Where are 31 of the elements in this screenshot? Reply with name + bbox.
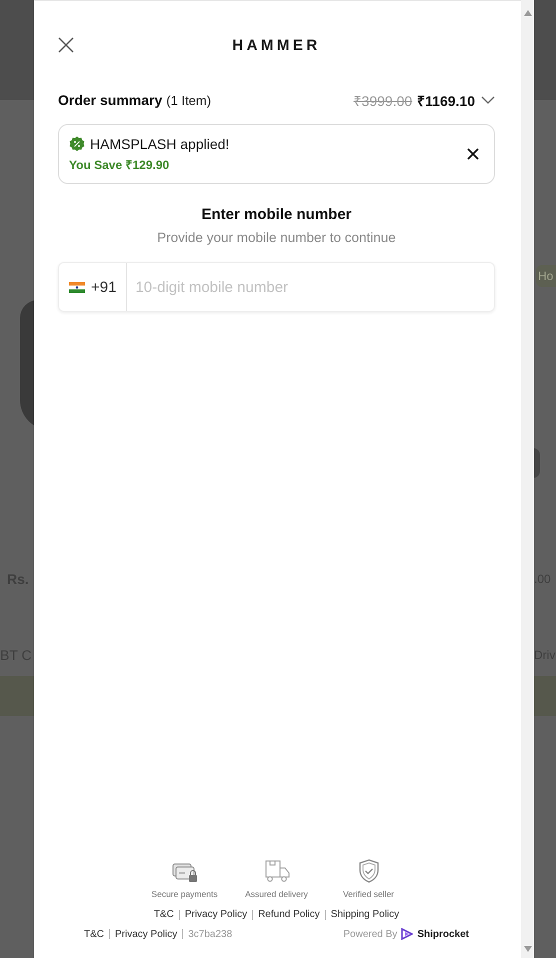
original-price: ₹3999.00 bbox=[354, 92, 412, 110]
trust-label: Secure payments bbox=[151, 889, 218, 899]
phone-field[interactable]: +91 10-digit mobile number bbox=[58, 262, 495, 312]
coupon-title: HAMSPLASH applied! bbox=[90, 136, 230, 152]
trust-label: Assured delivery bbox=[245, 889, 308, 899]
policy-link[interactable]: Shipping Policy bbox=[330, 909, 400, 920]
close-button[interactable] bbox=[58, 37, 74, 53]
discount-badge-icon bbox=[69, 136, 85, 152]
savings-text: You Save ₹129.90 bbox=[69, 156, 170, 172]
login-title: Enter mobile number bbox=[200, 206, 353, 223]
policy-link[interactable]: Privacy Policy bbox=[184, 909, 248, 920]
trust-label: Verified seller bbox=[342, 889, 394, 899]
build-id: 3c7ba238 bbox=[188, 928, 232, 940]
policy-link[interactable]: T&C bbox=[84, 928, 104, 940]
total-price: ₹1169.10 bbox=[417, 92, 475, 110]
background-badge: Ho bbox=[536, 265, 556, 287]
policy-link[interactable]: T&C bbox=[154, 909, 174, 920]
remove-coupon-button[interactable] bbox=[466, 147, 480, 161]
order-summary-title: Order summary bbox=[58, 92, 162, 108]
item-count: (1 Item) bbox=[166, 92, 212, 108]
brand-name: Shiprocket bbox=[417, 928, 469, 940]
chevron-icon[interactable] bbox=[481, 95, 495, 105]
flag-icon bbox=[69, 282, 85, 292]
truck-icon bbox=[264, 859, 290, 883]
policy-link[interactable]: Refund Policy bbox=[258, 909, 320, 920]
policy-link[interactable]: Privacy Policy bbox=[115, 928, 178, 940]
country-code[interactable]: +91 bbox=[91, 278, 116, 296]
login-subtitle: Provide your mobile number to continue bbox=[156, 230, 397, 245]
brand-logo: HAMMER bbox=[231, 36, 322, 54]
play-logo-icon bbox=[401, 928, 414, 940]
powered-by-text: Powered By bbox=[343, 928, 398, 940]
